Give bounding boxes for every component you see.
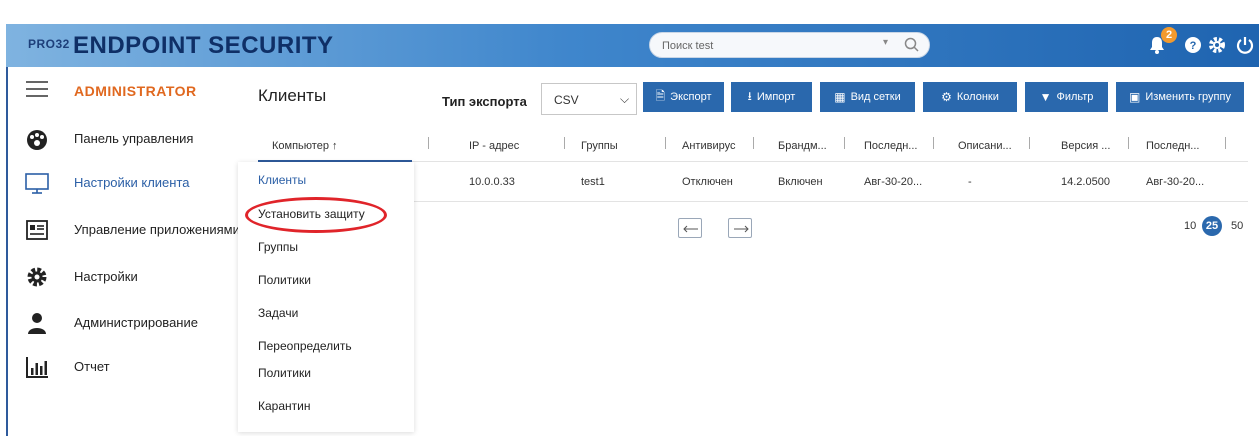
monitor-icon: [25, 173, 49, 194]
filter-button-label: Фильтр: [1056, 91, 1094, 103]
power-icon[interactable]: [1234, 34, 1256, 56]
submenu-item-policies[interactable]: Политики: [258, 273, 311, 287]
column-header-computer[interactable]: Компьютер ↑: [272, 140, 338, 152]
user-icon: [28, 313, 46, 334]
arrow-left-icon: [683, 225, 698, 233]
group-icon: ▣: [1129, 90, 1141, 104]
help-icon[interactable]: ?: [1182, 34, 1204, 56]
red-highlight-ellipse: [245, 197, 387, 233]
sidebar-item-label: Панель управления: [74, 131, 194, 146]
cell-ip: 10.0.0.33: [469, 176, 515, 188]
cell-version: 14.2.0500: [1061, 176, 1110, 188]
search-input[interactable]: [662, 37, 862, 54]
column-resize-handle[interactable]: [1225, 137, 1226, 149]
cell-groups: test1: [581, 176, 605, 188]
column-resize-handle[interactable]: [665, 137, 666, 149]
search-icon[interactable]: [903, 36, 921, 54]
grid-view-button[interactable]: ▦ Вид сетки: [820, 82, 915, 112]
arrow-right-icon: [734, 225, 749, 233]
page-size-10[interactable]: 10: [1184, 220, 1196, 232]
column-header-last-update[interactable]: Последн...: [1146, 140, 1199, 152]
submenu-item-override-policies[interactable]: Политики: [258, 366, 311, 380]
column-resize-handle[interactable]: [1128, 137, 1129, 149]
sidebar-item-label: Отчет: [74, 359, 110, 374]
column-header-groups[interactable]: Группы: [581, 140, 618, 152]
brand-title: ENDPOINT SECURITY: [73, 32, 334, 59]
cell-firewall: Включен: [778, 176, 823, 188]
column-header-version[interactable]: Версия ...: [1061, 140, 1110, 152]
import-button[interactable]: ⭳ Импорт: [731, 82, 812, 112]
filter-button[interactable]: ▼ Фильтр: [1025, 82, 1108, 112]
sidebar-item-client-settings[interactable]: Настройки клиента: [8, 163, 248, 203]
export-type-select[interactable]: CSV ⌵: [541, 83, 637, 115]
sidebar-item-label: Настройки: [74, 269, 138, 284]
submenu-item-clients[interactable]: Клиенты: [258, 173, 306, 187]
cell-antivirus: Отключен: [682, 176, 733, 188]
column-header-antivirus[interactable]: Антивирус: [682, 140, 735, 152]
page-size-50[interactable]: 50: [1231, 220, 1243, 232]
submenu-item-quarantine[interactable]: Карантин: [258, 399, 310, 413]
column-resize-handle[interactable]: [753, 137, 754, 149]
search-box[interactable]: ▾: [649, 32, 930, 58]
column-resize-handle[interactable]: [564, 137, 565, 149]
import-button-label: Импорт: [756, 91, 796, 103]
submenu-item-override[interactable]: Переопределить: [258, 339, 352, 353]
top-header: PRO32 ENDPOINT SECURITY ▾ 2 ?: [6, 24, 1259, 67]
column-header-last-seen[interactable]: Последн...: [864, 140, 917, 152]
change-group-button-label: Изменить группу: [1145, 91, 1231, 103]
page-size-25-selected[interactable]: 25: [1202, 216, 1222, 236]
grid-icon: ▦: [834, 90, 846, 104]
sidebar-item-apps[interactable]: Управление приложениями: [8, 210, 248, 250]
gear-icon: [27, 267, 47, 287]
sidebar-item-label: Управление приложениями: [74, 222, 240, 237]
sidebar-header: ADMINISTRATOR: [8, 67, 238, 113]
notification-badge: 2: [1161, 27, 1177, 43]
report-icon: [26, 357, 48, 378]
sidebar-item-dashboard[interactable]: Панель управления: [8, 119, 248, 159]
column-resize-handle[interactable]: [428, 137, 429, 149]
cell-last-seen: Авг-30-20...: [864, 176, 923, 188]
svg-text:?: ?: [1190, 40, 1197, 52]
columns-button[interactable]: ⚙ Колонки: [923, 82, 1017, 112]
filter-icon: ▼: [1039, 90, 1052, 104]
dashboard-icon: [27, 130, 47, 150]
sidebar-title: ADMINISTRATOR: [74, 83, 197, 99]
chevron-down-icon: ⌵: [620, 92, 630, 106]
table-header: Компьютер ↑ IP - адрес Группы Антивирус …: [258, 130, 1248, 162]
column-resize-handle[interactable]: [933, 137, 934, 149]
sidebar: ADMINISTRATOR Панель управления Настройк…: [8, 67, 240, 436]
column-header-ip[interactable]: IP - адрес: [469, 140, 519, 152]
brand-small-logo: PRO32: [28, 37, 70, 51]
cell-last-update: Авг-30-20...: [1146, 176, 1205, 188]
column-header-description[interactable]: Описани...: [958, 140, 1012, 152]
export-type-value: CSV: [554, 93, 579, 107]
export-button[interactable]: 🗎 Экспорт: [643, 82, 724, 112]
apps-icon: [26, 220, 48, 240]
change-group-button[interactable]: ▣ Изменить группу: [1116, 82, 1244, 112]
column-header-firewall[interactable]: Брандм...: [778, 140, 827, 152]
sidebar-item-settings[interactable]: Настройки: [8, 257, 248, 297]
next-page-button[interactable]: [728, 218, 752, 238]
column-resize-handle[interactable]: [1029, 137, 1030, 149]
gear-icon[interactable]: [1206, 34, 1228, 56]
search-dropdown-icon[interactable]: ▾: [883, 37, 888, 48]
cell-description: -: [968, 176, 972, 188]
submenu-item-groups[interactable]: Группы: [258, 240, 298, 254]
grid-view-button-label: Вид сетки: [850, 91, 901, 103]
gear-icon: ⚙: [941, 90, 952, 104]
export-type-label: Тип экспорта: [442, 94, 527, 109]
menu-icon[interactable]: [26, 81, 48, 99]
columns-button-label: Колонки: [956, 91, 999, 103]
import-icon: ⭳: [747, 88, 752, 103]
sidebar-item-administration[interactable]: Администрирование: [8, 303, 248, 343]
export-icon: 🗎: [655, 88, 666, 103]
sidebar-item-label: Администрирование: [74, 315, 198, 330]
prev-page-button[interactable]: [678, 218, 702, 238]
export-button-label: Экспорт: [670, 91, 712, 103]
sidebar-item-report[interactable]: Отчет: [8, 347, 248, 387]
page-title: Клиенты: [258, 86, 327, 105]
column-resize-handle[interactable]: [844, 137, 845, 149]
submenu-item-tasks[interactable]: Задачи: [258, 306, 298, 320]
sidebar-item-label: Настройки клиента: [74, 175, 190, 190]
